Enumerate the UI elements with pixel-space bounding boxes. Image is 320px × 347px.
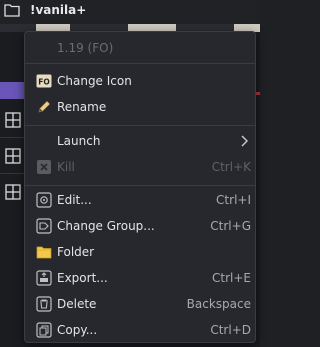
context-menu: 1.19 (FO) FO Change Icon Rename Launch K… [24,31,256,343]
menu-item-label: Rename [57,100,107,114]
menu-item-shortcut: Ctrl+G [210,219,251,233]
menu-item-kill[interactable]: Kill Ctrl+K [29,154,251,180]
menu-item-label: Edit... [57,193,92,207]
menu-item-label: Change Icon [57,74,132,88]
grid-icon[interactable] [5,148,21,164]
svg-text:FO: FO [38,78,50,87]
folder-icon [36,246,52,259]
divider [0,173,24,174]
instance-title: !vanila+ [30,3,87,17]
menu-header-version: 1.19 (FO) [57,41,114,55]
folder-icon [4,4,20,17]
menu-item-export[interactable]: Export... Ctrl+E [29,265,251,291]
menu-item-shortcut: Backspace [186,297,251,311]
menu-item-label: Launch [57,134,101,148]
menu-item-change-icon[interactable]: FO Change Icon [29,68,251,94]
selected-row-highlight [0,82,24,99]
title-bar: !vanila+ [0,0,260,24]
menu-separator [25,63,255,64]
menu-separator [25,125,255,126]
menu-item-shortcut: Ctrl+D [210,323,251,337]
menu-item-folder[interactable]: Folder [29,239,251,265]
export-icon [36,270,52,286]
menu-item-label: Change Group... [57,219,155,233]
menu-item-label: Delete [57,297,97,311]
grid-icon[interactable] [5,112,21,128]
menu-separator [25,185,255,186]
kill-x-icon [37,160,51,174]
copy-icon [36,322,52,338]
tag-icon [36,218,52,234]
menu-item-label: Folder [57,245,95,259]
menu-item-launch[interactable]: Launch [29,128,251,154]
menu-item-shortcut: Ctrl+E [212,271,251,285]
grid-icon[interactable] [5,184,21,200]
menu-item-change-group[interactable]: Change Group... Ctrl+G [29,213,251,239]
menu-item-label: Copy... [57,323,98,337]
divider [0,137,24,138]
menu-item-delete[interactable]: Delete Backspace [29,291,251,317]
menu-item-label: Export... [57,271,108,285]
fo-badge-icon: FO [36,74,52,88]
gear-icon [36,192,52,208]
pencil-icon [38,101,50,113]
trash-icon [36,296,52,312]
menu-item-shortcut: Ctrl+I [216,193,251,207]
menu-item-edit[interactable]: Edit... Ctrl+I [29,187,251,213]
chevron-right-icon [241,135,248,147]
menu-item-label: Kill [57,160,75,174]
menu-item-rename[interactable]: Rename [29,94,251,120]
menu-item-shortcut: Ctrl+K [211,160,251,174]
menu-item-copy[interactable]: Copy... Ctrl+D [29,317,251,343]
